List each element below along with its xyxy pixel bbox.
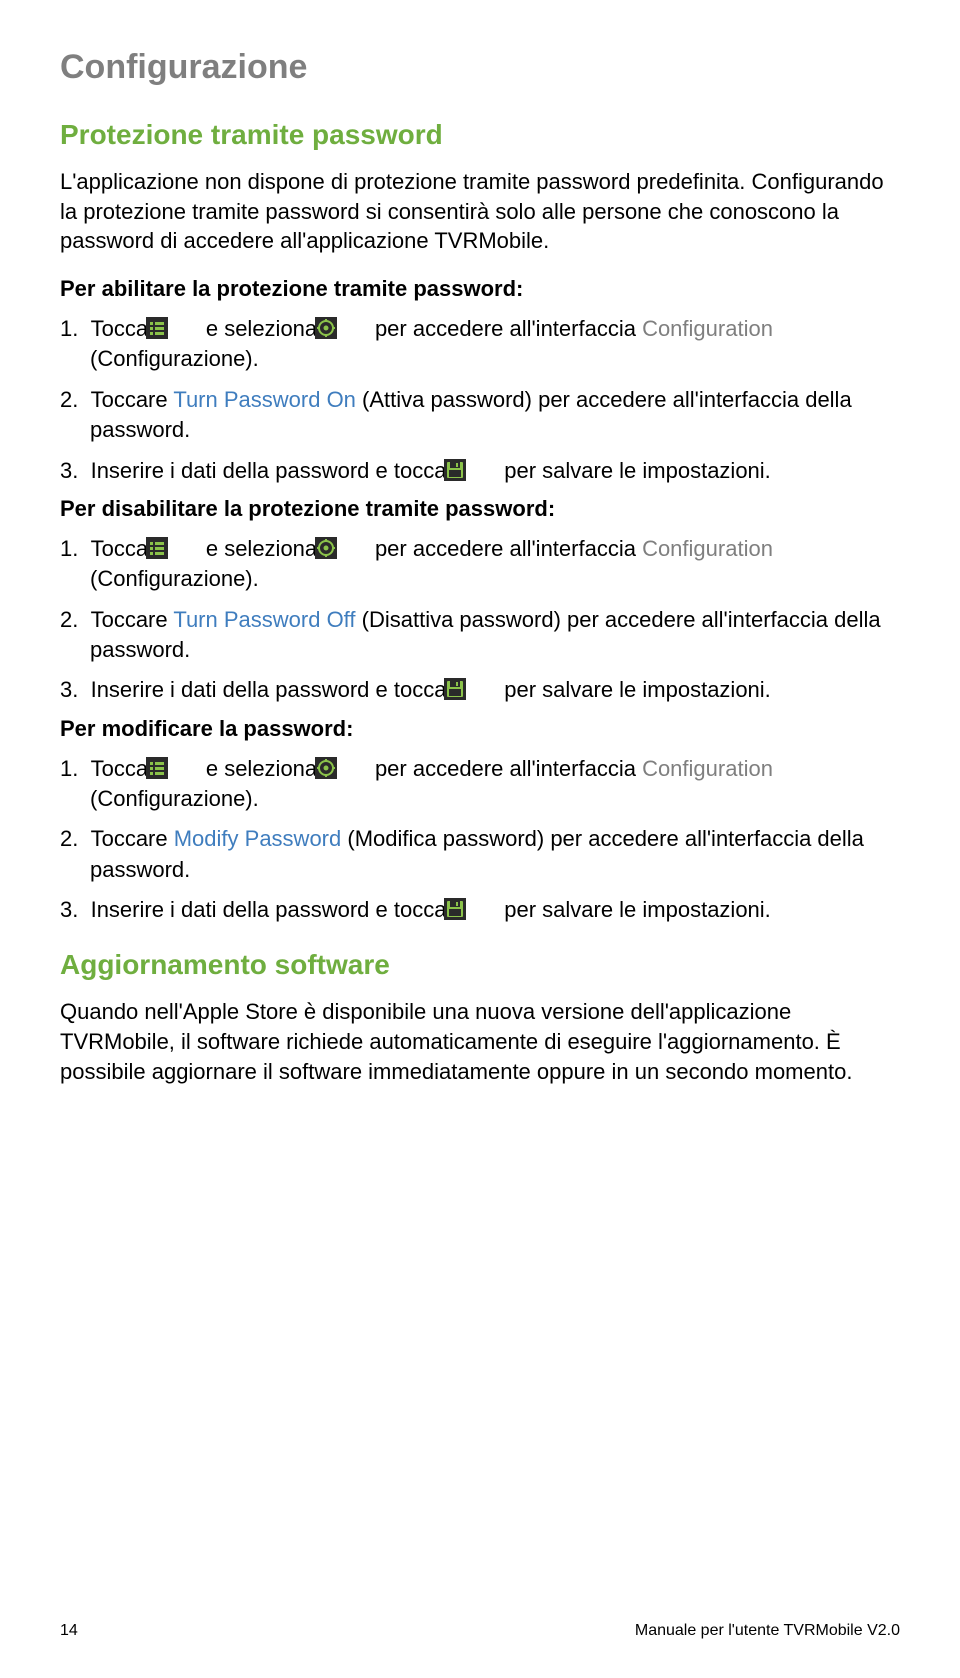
menu-icon [176,537,198,559]
text: per salvare le impostazioni. [498,458,771,483]
list-item: 2. Toccare Modify Password (Modifica pas… [60,824,900,885]
list-item: 3. Inserire i dati della password e tocc… [60,895,900,925]
text: Inserire i dati della password e toccare [91,897,473,922]
text: (Configurazione). [90,346,259,371]
text: per accedere all'interfaccia [369,316,642,341]
gear-icon [345,317,367,339]
save-icon [474,898,496,920]
save-icon [474,459,496,481]
modify-password-link: Modify Password [174,826,342,851]
text: per accedere all'interfaccia [369,536,642,561]
update-paragraph: Quando nell'Apple Store è disponibile un… [60,997,900,1086]
intro-paragraph: L'applicazione non dispone di protezione… [60,167,900,256]
text: (Configurazione). [90,786,259,811]
text: Inserire i dati della password e toccare [91,458,473,483]
text: (Configurazione). [90,566,259,591]
text: Toccare [91,387,174,412]
config-label: Configuration [642,316,773,341]
turn-password-off-link: Turn Password Off [173,607,355,632]
page-title: Configurazione [60,48,900,87]
list-item: 1. Toccare e selezionare per accedere al… [60,314,900,375]
menu-icon [176,317,198,339]
modify-steps: 1. Toccare e selezionare per accedere al… [60,754,900,926]
doc-title-footer: Manuale per l'utente TVRMobile V2.0 [635,1622,900,1640]
section-heading-password: Protezione tramite password [60,119,900,151]
gear-icon [345,537,367,559]
config-label: Configuration [642,756,773,781]
list-item: 2. Toccare Turn Password Off (Disattiva … [60,605,900,666]
text: per accedere all'interfaccia [369,756,642,781]
enable-lead: Per abilitare la protezione tramite pass… [60,276,900,302]
list-item: 2. Toccare Turn Password On (Attiva pass… [60,385,900,446]
section-heading-update: Aggiornamento software [60,949,900,981]
text: Inserire i dati della password e toccare [91,677,473,702]
config-label: Configuration [642,536,773,561]
text: per salvare le impostazioni. [498,897,771,922]
disable-lead: Per disabilitare la protezione tramite p… [60,496,900,522]
disable-steps: 1. Toccare e selezionare per accedere al… [60,534,900,706]
list-item: 1. Toccare e selezionare per accedere al… [60,754,900,815]
modify-lead: Per modificare la password: [60,716,900,742]
save-icon [474,678,496,700]
menu-icon [176,757,198,779]
page-number: 14 [60,1622,78,1640]
text: per salvare le impostazioni. [498,677,771,702]
gear-icon [345,757,367,779]
list-item: 3. Inserire i dati della password e tocc… [60,675,900,705]
text: Toccare [91,607,174,632]
enable-steps: 1. Toccare e selezionare per accedere al… [60,314,900,486]
footer: 14 Manuale per l'utente TVRMobile V2.0 [60,1622,900,1640]
list-item: 3. Inserire i dati della password e tocc… [60,456,900,486]
text: Toccare [91,826,174,851]
list-item: 1. Toccare e selezionare per accedere al… [60,534,900,595]
turn-password-on-link: Turn Password On [173,387,356,412]
